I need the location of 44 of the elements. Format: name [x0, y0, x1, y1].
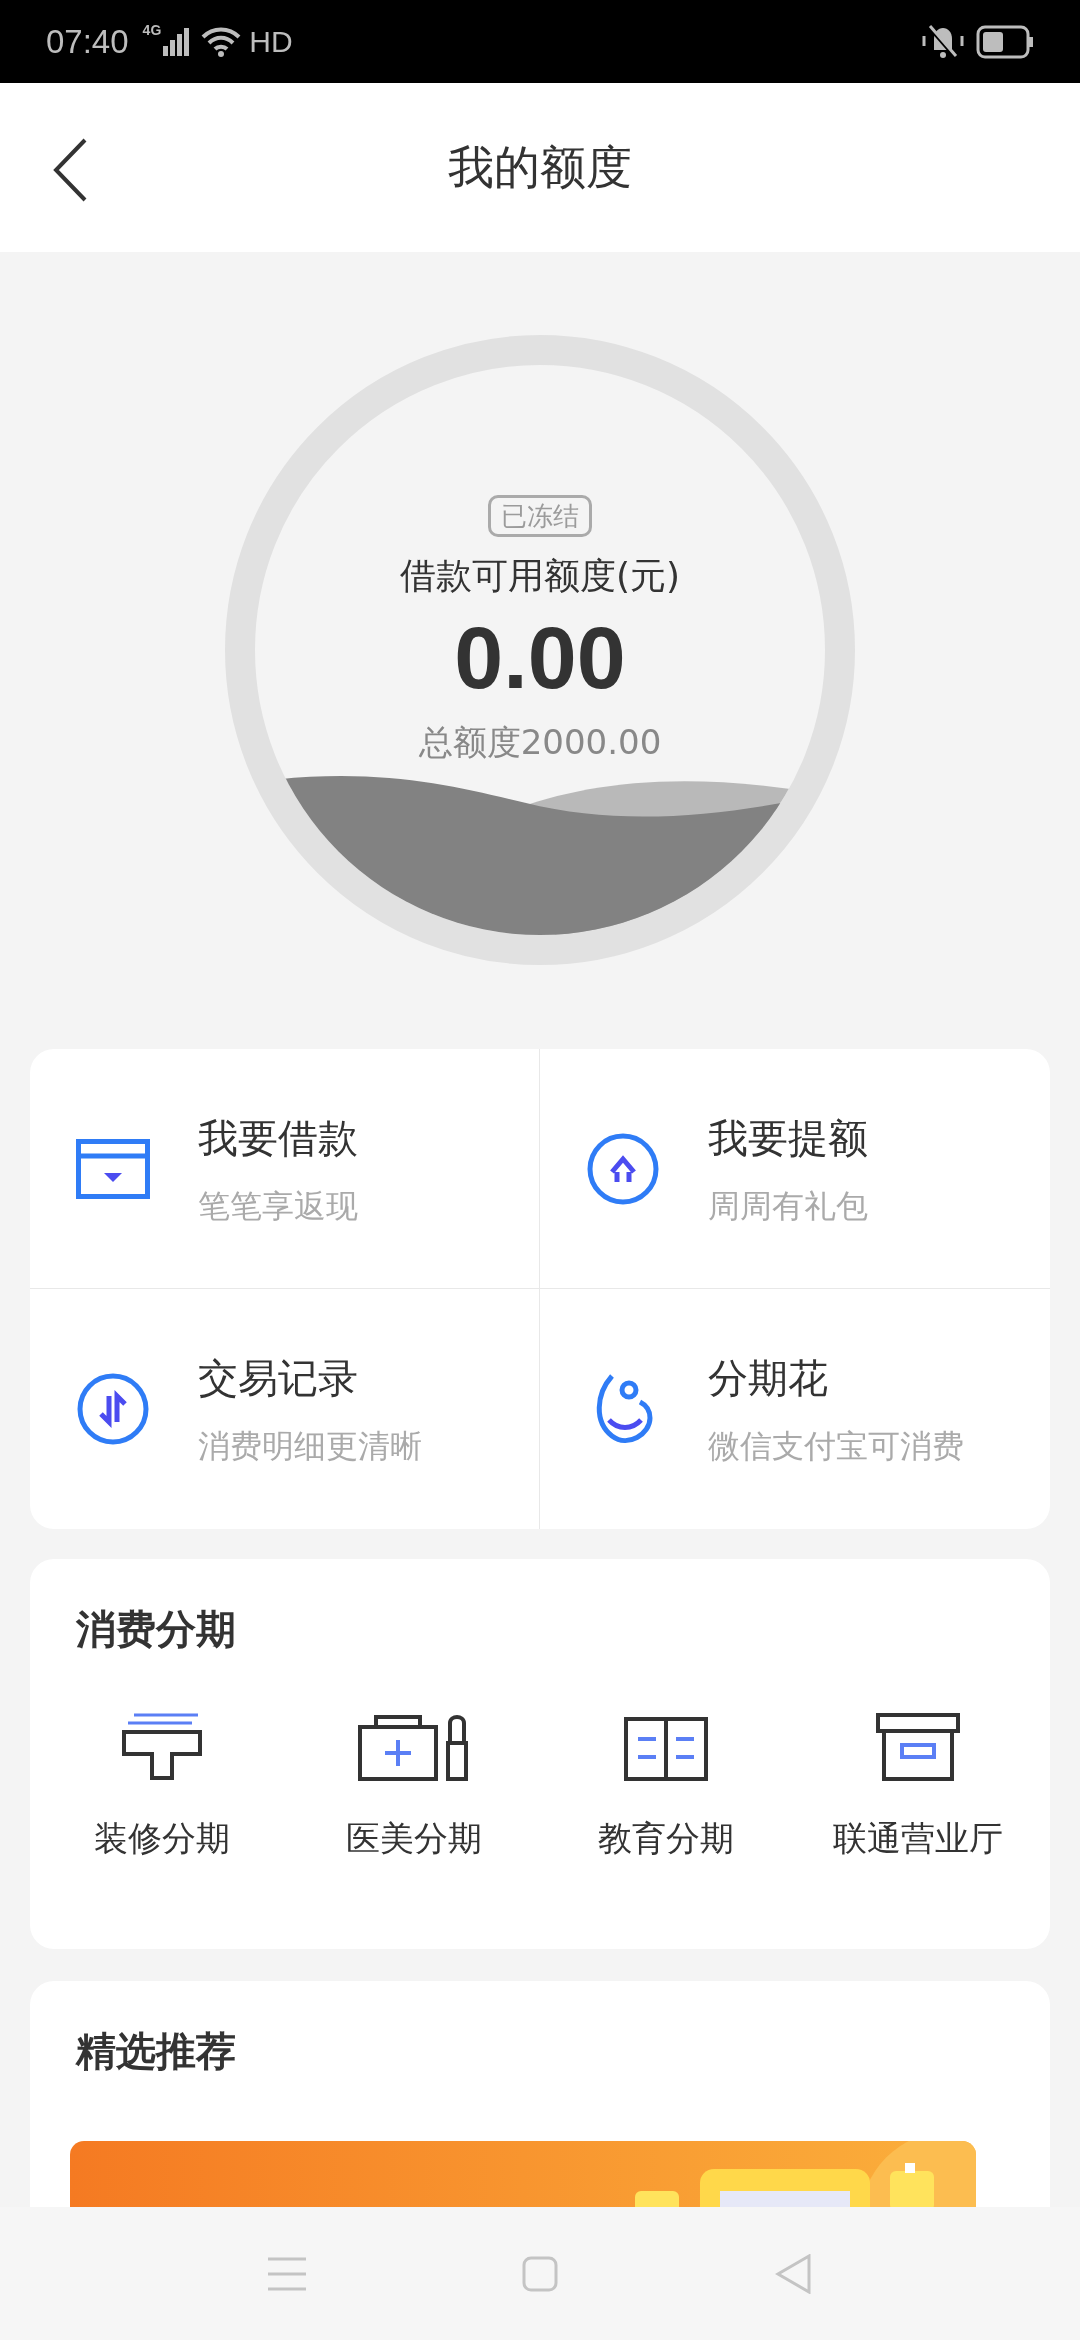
- installment-label: 联通营业厅: [833, 1817, 1003, 1860]
- hd-indicator: HD: [249, 24, 293, 60]
- action-subtitle: 微信支付宝可消费: [708, 1426, 964, 1467]
- installment-item[interactable]: 联通营业厅: [792, 1709, 1044, 1864]
- action-tile[interactable]: 交易记录 消费明细更清晰: [30, 1289, 540, 1529]
- square-icon: [522, 2255, 558, 2292]
- triangle-icon: [775, 2253, 812, 2294]
- box-icon: [876, 1713, 960, 1781]
- card-icon: [76, 1138, 150, 1199]
- clock: 07:40: [46, 21, 129, 62]
- mute-bell-icon: [920, 23, 966, 60]
- action-tile[interactable]: 我要借款 笔笔享返现: [30, 1049, 540, 1289]
- page-title: 我的额度: [448, 139, 632, 196]
- action-subtitle: 消费明细更清晰: [198, 1426, 422, 1467]
- action-title: 交易记录: [198, 1354, 359, 1403]
- book-icon: [624, 1717, 708, 1781]
- section-title: 消费分期: [76, 1605, 237, 1654]
- wifi-icon: [201, 25, 242, 58]
- available-label: 借款可用额度(元): [399, 554, 681, 598]
- total-quota: 总额度2000.00: [418, 721, 662, 764]
- installment-item[interactable]: 教育分期: [540, 1709, 792, 1864]
- action-subtitle: 笔笔享返现: [198, 1185, 358, 1227]
- section-title: 精选推荐: [76, 2027, 237, 2076]
- menu-icon: [267, 2256, 306, 2291]
- chevron-left-icon: [52, 137, 88, 203]
- installment-item[interactable]: 装修分期: [36, 1709, 288, 1864]
- exchange-icon: [76, 1372, 150, 1446]
- network-type: 4G: [142, 21, 162, 40]
- action-subtitle: 周周有礼包: [708, 1185, 868, 1227]
- medical-kit-icon: [358, 1713, 470, 1781]
- installment-label: 教育分期: [598, 1817, 734, 1860]
- battery-icon: [976, 24, 1034, 59]
- signal-icon: [163, 27, 190, 56]
- status-badge: 已冻结: [488, 495, 592, 537]
- paint-roller-icon: [122, 1711, 202, 1781]
- action-title: 我要提额: [708, 1113, 868, 1163]
- action-title: 分期花: [708, 1354, 829, 1403]
- action-title: 我要借款: [198, 1113, 358, 1163]
- installment-label: 医美分期: [346, 1817, 482, 1860]
- installment-label: 装修分期: [94, 1817, 230, 1860]
- installment-item[interactable]: 医美分期: [288, 1709, 540, 1864]
- action-tile[interactable]: 分期花 微信支付宝可消费: [540, 1289, 1050, 1529]
- action-tile[interactable]: 我要提额 周周有礼包: [540, 1049, 1050, 1289]
- available-amount: 0.00: [454, 607, 626, 709]
